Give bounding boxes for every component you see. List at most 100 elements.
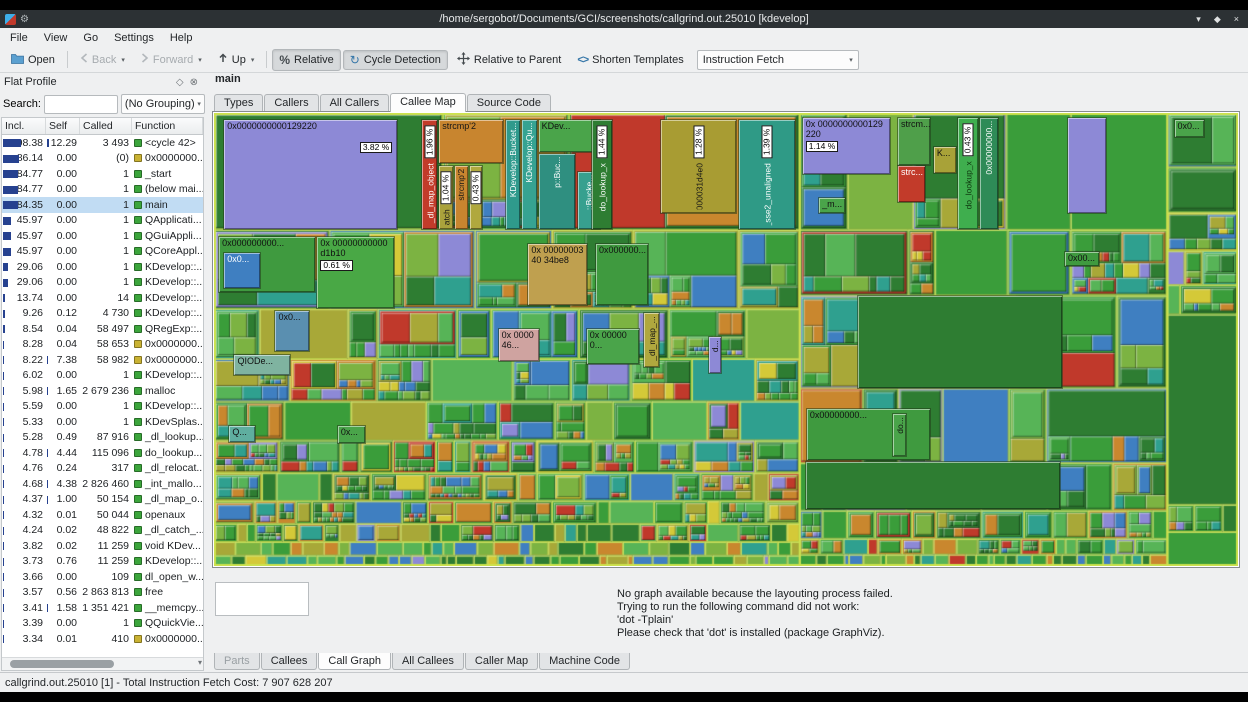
treemap-block[interactable]: 0x0...: [223, 251, 262, 289]
treemap-block[interactable]: strcmp'2: [453, 165, 469, 230]
table-row[interactable]: 86.14 0.00 (0) 0x0000000...: [2, 151, 203, 167]
treemap-block[interactable]: _dl_map_object 1.96 %: [420, 118, 439, 230]
maximize-window-icon[interactable]: ◆: [1214, 14, 1221, 25]
table-row[interactable]: 8.22 7.38 58 982 0x0000000...: [2, 352, 203, 368]
table-row[interactable]: 84.77 0.00 1 (below mai...: [2, 182, 203, 198]
table-row[interactable]: 3.34 0.01 410 0x0000000...: [2, 631, 203, 647]
table-row[interactable]: 9.26 0.12 4 730 KDevelop::...: [2, 306, 203, 322]
treemap-block[interactable]: 0x 00000000000 d1b10 0.61 %: [316, 235, 396, 310]
table-row[interactable]: 45.97 0.00 1 QApplicati...: [2, 213, 203, 229]
table-row[interactable]: 6.02 0.00 1 KDevelop::...: [2, 368, 203, 384]
table-row[interactable]: 4.68 4.38 2 826 460 _int_mallo...: [2, 476, 203, 492]
treemap-block[interactable]: 0x 0000000000129220 1.14 %: [801, 116, 891, 175]
table-row[interactable]: 45.97 0.00 1 QCoreAppl...: [2, 244, 203, 260]
treemap-block[interactable]: _dl_map_...: [643, 312, 661, 368]
table-row[interactable]: 5.33 0.00 1 KDevSplas...: [2, 414, 203, 430]
tab-callees[interactable]: Callees: [260, 653, 318, 670]
treemap-block[interactable]: p::Buc...: [537, 152, 577, 230]
treemap-block[interactable]: strcm...: [897, 116, 931, 167]
table-row[interactable]: 4.76 0.24 317 _dl_relocat...: [2, 461, 203, 477]
relative-to-parent-toggle-button[interactable]: Relative to Parent: [450, 48, 568, 72]
relative-toggle-button[interactable]: % Relative: [272, 48, 341, 71]
search-input[interactable]: [43, 94, 118, 114]
table-row[interactable]: 8.54 0.04 58 497 QRegExp::...: [2, 321, 203, 337]
treemap-block[interactable]: QIODe...: [233, 353, 291, 376]
table-row[interactable]: 3.41 1.58 1 351 421 __memcpy...: [2, 600, 203, 616]
treemap-block[interactable]: 0x0000000000129220 3.82 %: [223, 118, 399, 230]
scroll-down-icon[interactable]: ▾: [198, 658, 202, 667]
treemap-block[interactable]: do...: [891, 413, 908, 457]
table-row[interactable]: 45.97 0.00 1 QGuiAppli...: [2, 228, 203, 244]
treemap-block[interactable]: 0x00000000...: [805, 407, 931, 462]
treemap-block[interactable]: 0x...: [336, 425, 366, 445]
up-button[interactable]: Up ▾: [211, 49, 262, 70]
table-row[interactable]: 8.28 0.04 58 653 0x0000000...: [2, 337, 203, 353]
menu-view[interactable]: View: [36, 30, 76, 46]
treemap-block[interactable]: KDevelop::Qu...: [521, 118, 538, 230]
menu-help[interactable]: Help: [162, 30, 201, 46]
tab-caller-map[interactable]: Caller Map: [464, 653, 539, 670]
table-row[interactable]: 4.24 0.02 48 822 _dl_catch_...: [2, 523, 203, 539]
table-row[interactable]: 98.38 12.29 3 493 <cycle 42>: [2, 135, 203, 151]
table-row[interactable]: 84.35 0.00 1 main: [2, 197, 203, 213]
column-header-self[interactable]: Self: [46, 118, 80, 134]
treemap-block[interactable]: [804, 460, 1061, 510]
table-row[interactable]: 3.57 0.56 2 863 813 free: [2, 585, 203, 601]
treemap-block[interactable]: strcmp'2: [438, 118, 504, 165]
treemap-block[interactable]: 0x000000...: [594, 243, 650, 307]
scrollbar-thumb[interactable]: [10, 660, 114, 668]
table-row[interactable]: 4.37 1.00 50 154 _dl_map_o...: [2, 492, 203, 508]
tab-types[interactable]: Types: [214, 94, 264, 111]
vertical-splitter[interactable]: [205, 73, 212, 672]
menu-settings[interactable]: Settings: [106, 30, 162, 46]
table-row[interactable]: 29.06 0.00 1 KDevelop::...: [2, 275, 203, 291]
treemap-block[interactable]: [857, 295, 1063, 389]
table-row[interactable]: 3.73 0.76 11 259 KDevelop::...: [2, 554, 203, 570]
grouping-select[interactable]: (No Grouping) ▾: [120, 94, 205, 114]
tab-callee-map[interactable]: Callee Map: [390, 93, 466, 112]
tab-all-callers[interactable]: All Callers: [319, 94, 390, 111]
treemap-block[interactable]: KDevelop::Bucket...: [504, 118, 522, 230]
titlebar[interactable]: ⚙ /home/sergobot/Documents/GCI/screensho…: [0, 10, 1248, 28]
treemap-block[interactable]: 0x 000046...: [497, 328, 540, 362]
treemap-block[interactable]: [1067, 116, 1107, 214]
treemap-block[interactable]: 0x 000000...: [585, 328, 640, 366]
event-type-select[interactable]: Instruction Fetch ▾: [696, 49, 859, 70]
table-row[interactable]: 84.77 0.00 1 _start: [2, 166, 203, 182]
table-row[interactable]: 5.98 1.65 2 679 236 malloc: [2, 383, 203, 399]
treemap-block[interactable]: K...: [932, 146, 958, 174]
forward-button[interactable]: Forward ▾: [134, 49, 209, 70]
tab-source-code[interactable]: Source Code: [466, 94, 551, 111]
table-row[interactable]: 29.06 0.00 1 KDevelop::...: [2, 259, 203, 275]
treemap-block[interactable]: KDev...: [537, 118, 602, 154]
treemap-block[interactable]: Q...: [228, 425, 256, 443]
table-row[interactable]: 3.82 0.02 11 259 void KDev...: [2, 538, 203, 554]
treemap-block[interactable]: 0.43 %: [468, 165, 484, 230]
treemap-block[interactable]: _m...: [818, 197, 846, 215]
treemap-block[interactable]: do_lookup_x 1.44 %: [590, 118, 614, 230]
open-button[interactable]: Open: [4, 49, 62, 71]
horizontal-scrollbar[interactable]: ▾: [2, 657, 203, 670]
cycle-detection-toggle-button[interactable]: ↻ Cycle Detection: [342, 49, 448, 70]
shorten-templates-toggle-button[interactable]: <> Shorten Templates: [570, 50, 690, 70]
treemap-block[interactable]: __memcpy_sse2_unaligned 1.39 %: [738, 118, 796, 230]
float-dock-icon[interactable]: ◇: [173, 77, 187, 88]
column-header-called[interactable]: Called: [80, 118, 132, 134]
treemap-block[interactable]: 0x00000000031d4e0 1.28 %: [660, 118, 738, 214]
table-row[interactable]: 13.74 0.00 14 KDevelop::...: [2, 290, 203, 306]
back-button[interactable]: Back ▾: [73, 49, 132, 70]
treemap-block[interactable]: ..._name_match 1.04 %: [438, 165, 454, 230]
table-row[interactable]: 5.28 0.49 87 916 _dl_lookup...: [2, 430, 203, 446]
table-row[interactable]: 4.32 0.01 50 044 openaux: [2, 507, 203, 523]
treemap-block[interactable]: 0x00...: [1063, 251, 1100, 268]
tab-call-graph[interactable]: Call Graph: [318, 653, 391, 670]
treemap-block[interactable]: 0x00000000...: [978, 116, 1000, 230]
menu-go[interactable]: Go: [75, 30, 106, 46]
tab-all-callees[interactable]: All Callees: [391, 653, 464, 670]
tab-callers[interactable]: Callers: [264, 94, 319, 111]
treemap-block[interactable]: 0x0...: [1173, 118, 1206, 138]
close-window-icon[interactable]: ×: [1234, 14, 1239, 25]
column-header-incl[interactable]: Incl.: [2, 118, 46, 134]
menu-file[interactable]: File: [2, 30, 36, 46]
treemap-block[interactable]: d...: [707, 336, 722, 374]
